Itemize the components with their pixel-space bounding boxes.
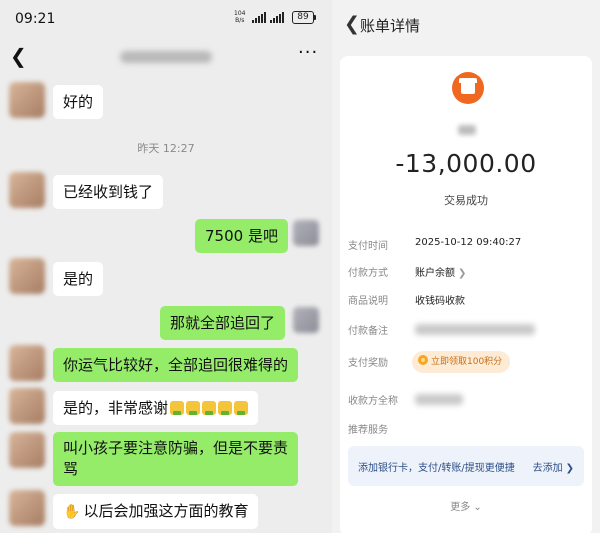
contact-name-blurred bbox=[120, 51, 212, 63]
shop-icon bbox=[452, 72, 484, 104]
bill-card: -13,000.00 交易成功 支付时间 2025-10-12 09:40:27… bbox=[340, 56, 592, 533]
message-bubble-incoming[interactable]: 是的，非常感谢 bbox=[53, 391, 259, 425]
row-product: 商品说明 收钱码收款 bbox=[348, 296, 465, 307]
chevron-right-icon: ❯ bbox=[565, 463, 574, 474]
thumbs-up-icon bbox=[234, 401, 249, 415]
signal-icon bbox=[270, 12, 286, 23]
transaction-amount: -13,000.00 bbox=[395, 149, 537, 178]
chevron-down-icon: ⌄ bbox=[473, 502, 482, 513]
back-icon[interactable]: ❮ bbox=[344, 13, 360, 35]
message-bubble-incoming[interactable]: 是的 bbox=[53, 262, 104, 296]
row-pay-time: 支付时间 2025-10-12 09:40:27 bbox=[348, 237, 522, 252]
thumbs-up-icon bbox=[170, 401, 185, 415]
chat-header: ❮ ··· bbox=[0, 36, 332, 72]
contact-avatar[interactable] bbox=[9, 490, 45, 526]
message-bubble-highlighted[interactable]: 你运气比较好，全部追回很难得的 bbox=[53, 348, 299, 382]
contact-avatar[interactable] bbox=[9, 172, 45, 208]
claim-reward-button[interactable]: 立即领取100积分 bbox=[412, 351, 511, 373]
row-pay-method[interactable]: 付款方式 账户余额 ❯ bbox=[340, 261, 592, 283]
contact-avatar[interactable] bbox=[9, 388, 45, 424]
message-bubble-highlighted[interactable]: 叫小孩子要注意防骗，但是不要责 骂 bbox=[53, 432, 299, 486]
transaction-status: 交易成功 bbox=[444, 194, 488, 207]
add-bank-card-link[interactable]: 去添加 ❯ bbox=[533, 459, 574, 474]
thumbs-up-icon bbox=[218, 401, 233, 415]
payee-fullname-blurred bbox=[415, 394, 463, 405]
contact-avatar[interactable] bbox=[9, 258, 45, 294]
add-bank-card-banner[interactable]: 添加银行卡，支付/转账/提现更便捷 去添加 ❯ bbox=[348, 446, 584, 486]
waving-hand-icon: ✋ bbox=[63, 504, 81, 520]
contact-avatar[interactable] bbox=[9, 432, 45, 468]
thumbs-up-icon bbox=[186, 401, 201, 415]
message-bubble-incoming[interactable]: 好的 bbox=[53, 85, 104, 119]
network-speed: 104 B/s bbox=[234, 10, 246, 24]
thumbs-up-icon bbox=[202, 401, 217, 415]
contact-avatar[interactable] bbox=[9, 345, 45, 381]
row-payee: 收款方全称 bbox=[340, 389, 592, 411]
chevron-right-icon: ❯ bbox=[458, 268, 467, 279]
user-avatar[interactable] bbox=[293, 307, 319, 333]
bill-detail-screen: ❮ 账单详情 -13,000.00 交易成功 支付时间 2025-10-12 0… bbox=[332, 0, 600, 533]
back-icon[interactable]: ❮ bbox=[10, 44, 27, 68]
chat-timestamp: 昨天 12:27 bbox=[137, 142, 195, 155]
row-note: 付款备注 bbox=[340, 319, 592, 341]
row-reward: 支付奖励 立即领取100积分 bbox=[340, 351, 592, 373]
row-recommend: 推荐服务 bbox=[348, 425, 388, 436]
message-bubble-outgoing[interactable]: 7500 是吧 bbox=[195, 219, 288, 253]
more-options-icon[interactable]: ··· bbox=[298, 42, 318, 63]
contact-avatar[interactable] bbox=[9, 82, 45, 118]
payee-name-blurred bbox=[458, 125, 476, 135]
user-avatar[interactable] bbox=[293, 220, 319, 246]
signal-icon bbox=[252, 12, 268, 23]
message-bubble-outgoing[interactable]: 那就全部追回了 bbox=[160, 306, 286, 340]
more-button[interactable]: 更多 ⌄ bbox=[340, 498, 592, 513]
message-bubble-incoming[interactable]: ✋ 以后会加强这方面的教育 bbox=[53, 494, 259, 529]
coin-icon bbox=[418, 355, 428, 365]
status-time: 09:21 bbox=[15, 11, 56, 27]
chat-screen: 09:21 104 B/s 89 ❮ ··· 好的 昨天 12:27 已经收到钱… bbox=[0, 0, 332, 533]
status-bar: 09:21 104 B/s 89 bbox=[0, 0, 332, 36]
note-blurred bbox=[415, 324, 535, 335]
message-bubble-incoming[interactable]: 已经收到钱了 bbox=[53, 175, 164, 209]
battery-icon: 89 bbox=[292, 11, 316, 24]
page-title: 账单详情 bbox=[360, 17, 421, 35]
